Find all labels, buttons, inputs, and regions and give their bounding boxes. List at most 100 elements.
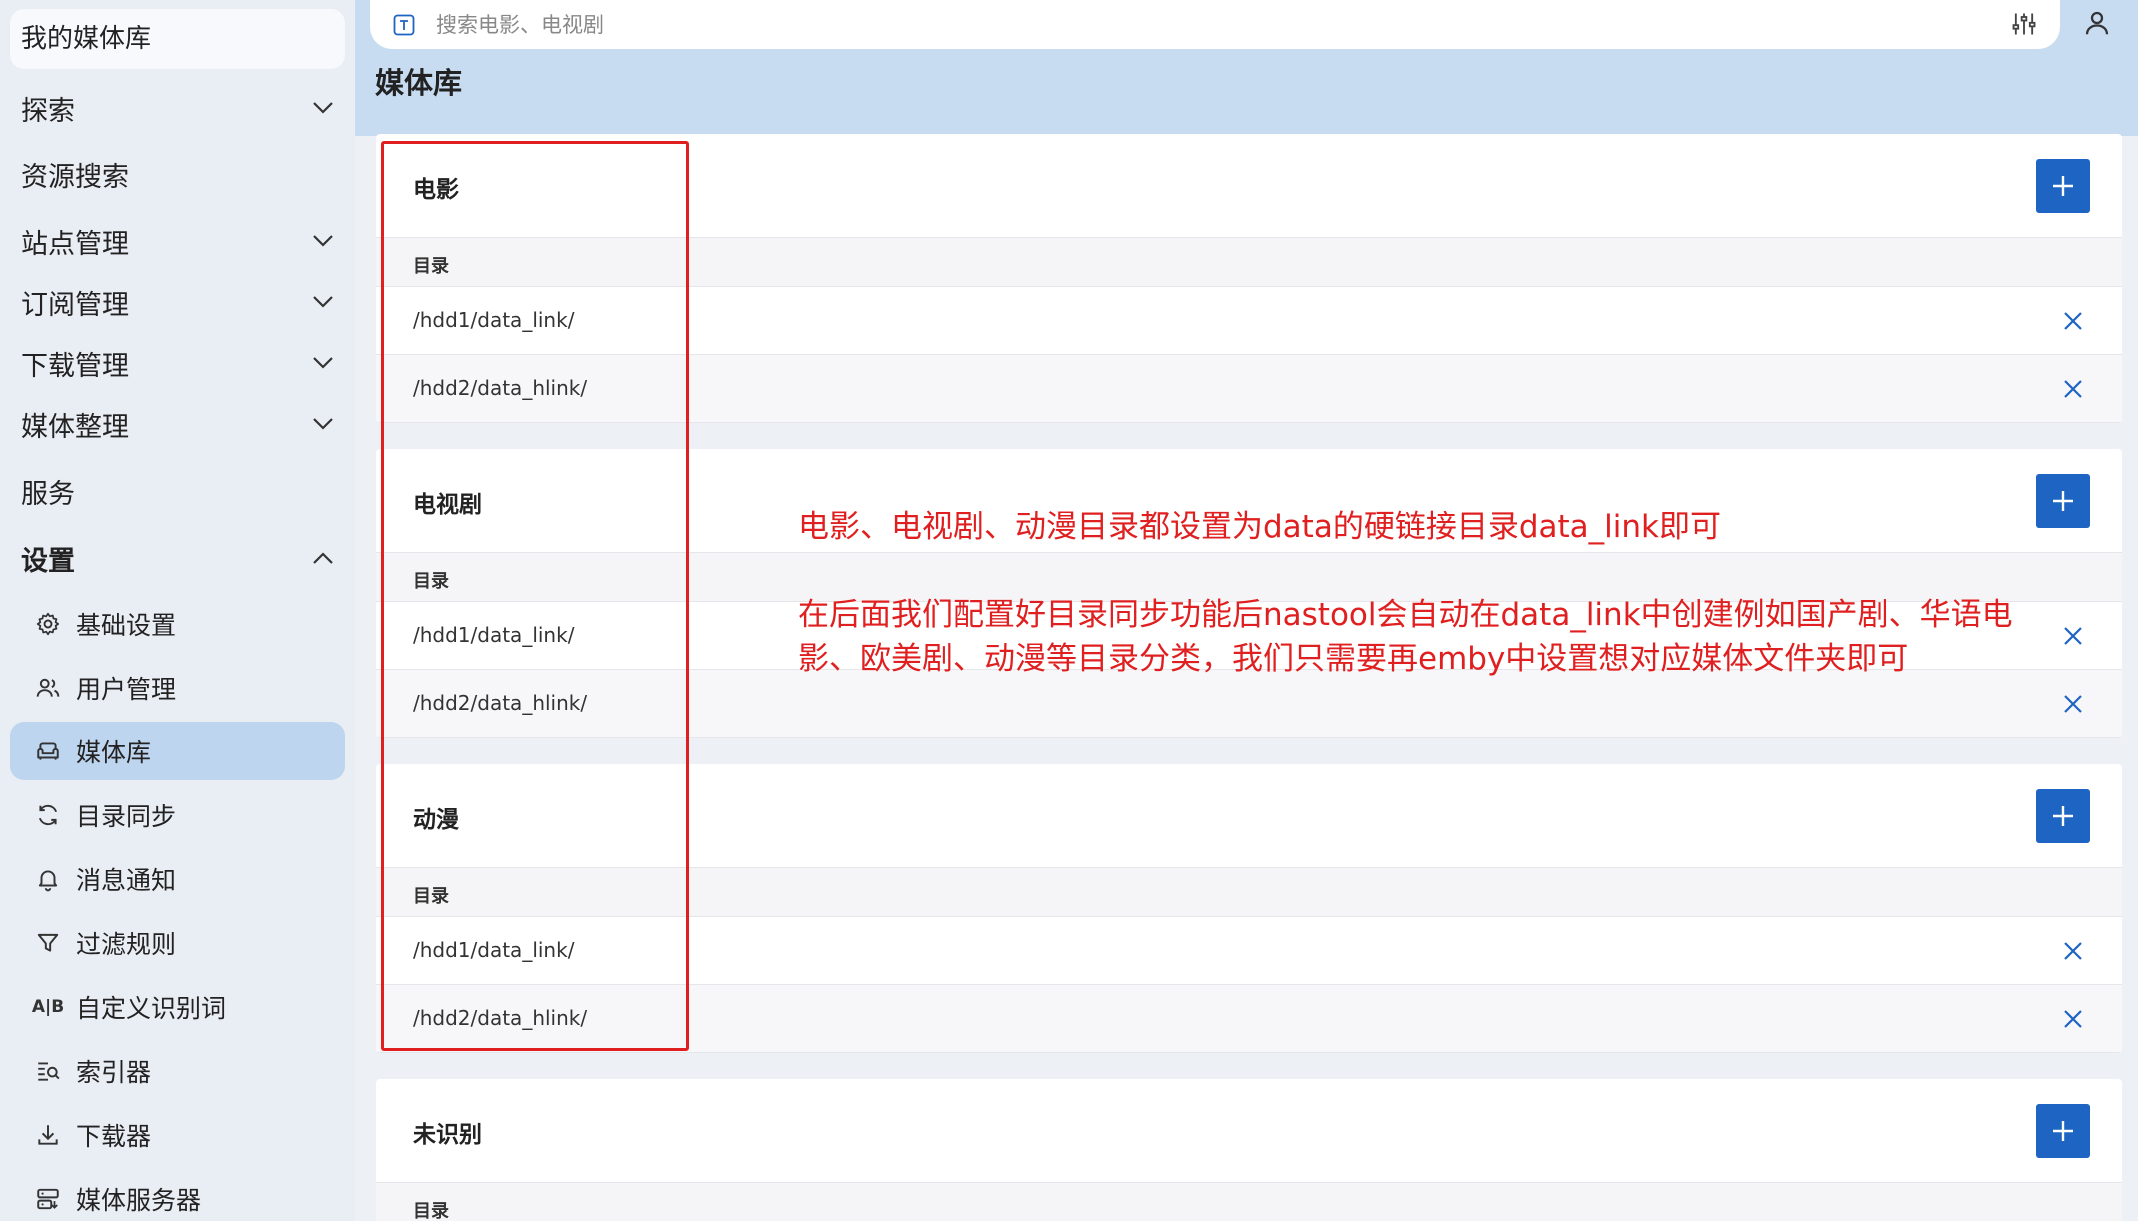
nav-item-explore[interactable]: 探索 <box>0 79 355 137</box>
library-card-movies: 电影 目录 /hdd1/data_link/ /hdd2/data_hlink/ <box>376 134 2122 423</box>
ab-icon: A|B <box>31 997 65 1017</box>
directory-path: /hdd1/data_link/ <box>413 623 575 647</box>
plus-icon <box>2053 176 2073 196</box>
filter-sliders-icon[interactable] <box>2010 10 2038 38</box>
sidebar-item-custom-words[interactable]: A|B 自定义识别词 <box>10 978 345 1036</box>
nav-item-label: 媒体整理 <box>21 411 129 443</box>
nav-item-label: 站点管理 <box>21 228 129 260</box>
directory-path: /hdd1/data_link/ <box>413 938 575 962</box>
sidebar-item-label: 索引器 <box>76 1058 152 1087</box>
sidebar-item-label: 媒体库 <box>76 738 152 767</box>
user-account-icon[interactable] <box>2082 8 2112 38</box>
brand-title[interactable]: 我的媒体库 <box>10 9 345 69</box>
directory-path: /hdd1/data_link/ <box>413 308 575 332</box>
chevron-down-icon <box>303 221 343 261</box>
nav-item-label: 资源搜索 <box>21 161 129 193</box>
sidebar-item-label: 下载器 <box>76 1122 152 1151</box>
sofa-icon <box>34 737 62 765</box>
nav-item-media-organize[interactable]: 媒体整理 <box>0 395 355 453</box>
directory-path: /hdd2/data_hlink/ <box>413 691 588 715</box>
card-title: 电视剧 <box>413 492 482 518</box>
table-row: /hdd2/data_hlink/ <box>376 985 2122 1053</box>
table-header: 目录 <box>376 868 2122 917</box>
column-header-directory: 目录 <box>413 571 449 592</box>
sidebar-item-label: 消息通知 <box>76 866 177 895</box>
plus-icon <box>2053 806 2073 826</box>
plus-icon <box>2053 491 2073 511</box>
chevron-down-icon <box>303 282 343 322</box>
gear-icon <box>34 610 62 638</box>
close-icon[interactable] <box>2058 374 2088 404</box>
page-title: 媒体库 <box>375 66 463 100</box>
nav-item-resource-search[interactable]: 资源搜索 <box>0 145 355 203</box>
close-icon[interactable] <box>2058 936 2088 966</box>
card-header: 动漫 <box>376 764 2122 868</box>
table-row: /hdd1/data_link/ <box>376 287 2122 355</box>
sidebar-item-label: 媒体服务器 <box>76 1186 202 1215</box>
nav-item-label: 服务 <box>21 478 75 510</box>
sidebar-item-media-server[interactable]: 媒体服务器 <box>10 1170 345 1221</box>
close-icon[interactable] <box>2058 1004 2088 1034</box>
annotation-note-1: 电影、电视剧、动漫目录都设置为data的硬链接目录data_link即可 <box>798 509 1721 545</box>
nav-item-download-management[interactable]: 下载管理 <box>0 334 355 392</box>
nav-item-settings[interactable]: 设置 <box>0 529 355 587</box>
sidebar-item-indexer[interactable]: 索引器 <box>10 1042 345 1100</box>
close-icon[interactable] <box>2058 689 2088 719</box>
card-title: 动漫 <box>413 807 459 833</box>
search-list-icon <box>34 1057 62 1085</box>
card-header: 未识别 <box>376 1079 2122 1183</box>
sidebar: 我的媒体库 探索 资源搜索 站点管理 订阅管理 下载管理 媒体整理 服务 设置 … <box>0 0 355 1221</box>
search-input[interactable] <box>436 12 1936 37</box>
column-header-directory: 目录 <box>413 886 449 907</box>
table-header: 目录 <box>376 1183 2122 1221</box>
add-directory-button[interactable] <box>2036 474 2090 528</box>
card-header: 电影 <box>376 134 2122 238</box>
close-icon[interactable] <box>2058 621 2088 651</box>
sidebar-item-directory-sync[interactable]: 目录同步 <box>10 786 345 844</box>
nav-item-label: 探索 <box>21 95 75 127</box>
sidebar-item-label: 基础设置 <box>76 611 177 640</box>
nav-item-label: 设置 <box>21 545 75 577</box>
bell-icon <box>34 865 62 893</box>
filter-icon <box>34 929 62 957</box>
column-header-directory: 目录 <box>413 256 449 277</box>
chevron-down-icon <box>303 88 343 128</box>
directory-path: /hdd2/data_hlink/ <box>413 376 588 400</box>
nav-item-services[interactable]: 服务 <box>0 462 355 520</box>
close-icon[interactable] <box>2058 306 2088 336</box>
chevron-down-icon <box>303 404 343 444</box>
nav-item-site-management[interactable]: 站点管理 <box>0 212 355 270</box>
sync-icon <box>34 801 62 829</box>
sidebar-item-label: 自定义识别词 <box>76 994 227 1023</box>
add-directory-button[interactable] <box>2036 1104 2090 1158</box>
users-icon <box>34 674 62 702</box>
download-icon <box>34 1121 62 1149</box>
sidebar-item-notifications[interactable]: 消息通知 <box>10 850 345 908</box>
table-row: /hdd1/data_link/ <box>376 917 2122 985</box>
library-card-anime: 动漫 目录 /hdd1/data_link/ /hdd2/data_hlink/ <box>376 764 2122 1053</box>
server-icon <box>34 1185 62 1213</box>
sidebar-item-label: 用户管理 <box>76 675 177 704</box>
nav-item-subscription-management[interactable]: 订阅管理 <box>0 273 355 331</box>
column-header-directory: 目录 <box>413 1201 449 1221</box>
table-header: 目录 <box>376 238 2122 287</box>
sidebar-item-user-management[interactable]: 用户管理 <box>10 659 345 717</box>
sidebar-item-media-library[interactable]: 媒体库 <box>10 722 345 780</box>
library-card-unidentified: 未识别 目录 <box>376 1079 2122 1221</box>
nav-item-label: 订阅管理 <box>21 289 129 321</box>
sidebar-item-basic-settings[interactable]: 基础设置 <box>10 595 345 653</box>
sidebar-item-downloader[interactable]: 下载器 <box>10 1106 345 1164</box>
directory-path: /hdd2/data_hlink/ <box>413 1006 588 1030</box>
sidebar-item-filter-rules[interactable]: 过滤规则 <box>10 914 345 972</box>
add-directory-button[interactable] <box>2036 789 2090 843</box>
search-bar <box>370 0 2060 49</box>
nav-item-label: 下载管理 <box>21 350 129 382</box>
app-root: 我的媒体库 探索 资源搜索 站点管理 订阅管理 下载管理 媒体整理 服务 设置 … <box>0 0 2138 1221</box>
annotation-note-2: 在后面我们配置好目录同步功能后nastool会自动在data_link中创建例如… <box>798 597 2013 677</box>
chevron-up-icon <box>303 538 343 578</box>
card-title: 未识别 <box>413 1122 482 1148</box>
card-title: 电影 <box>413 177 459 203</box>
add-directory-button[interactable] <box>2036 159 2090 213</box>
sidebar-item-label: 目录同步 <box>76 802 177 831</box>
sidebar-item-label: 过滤规则 <box>76 930 177 959</box>
